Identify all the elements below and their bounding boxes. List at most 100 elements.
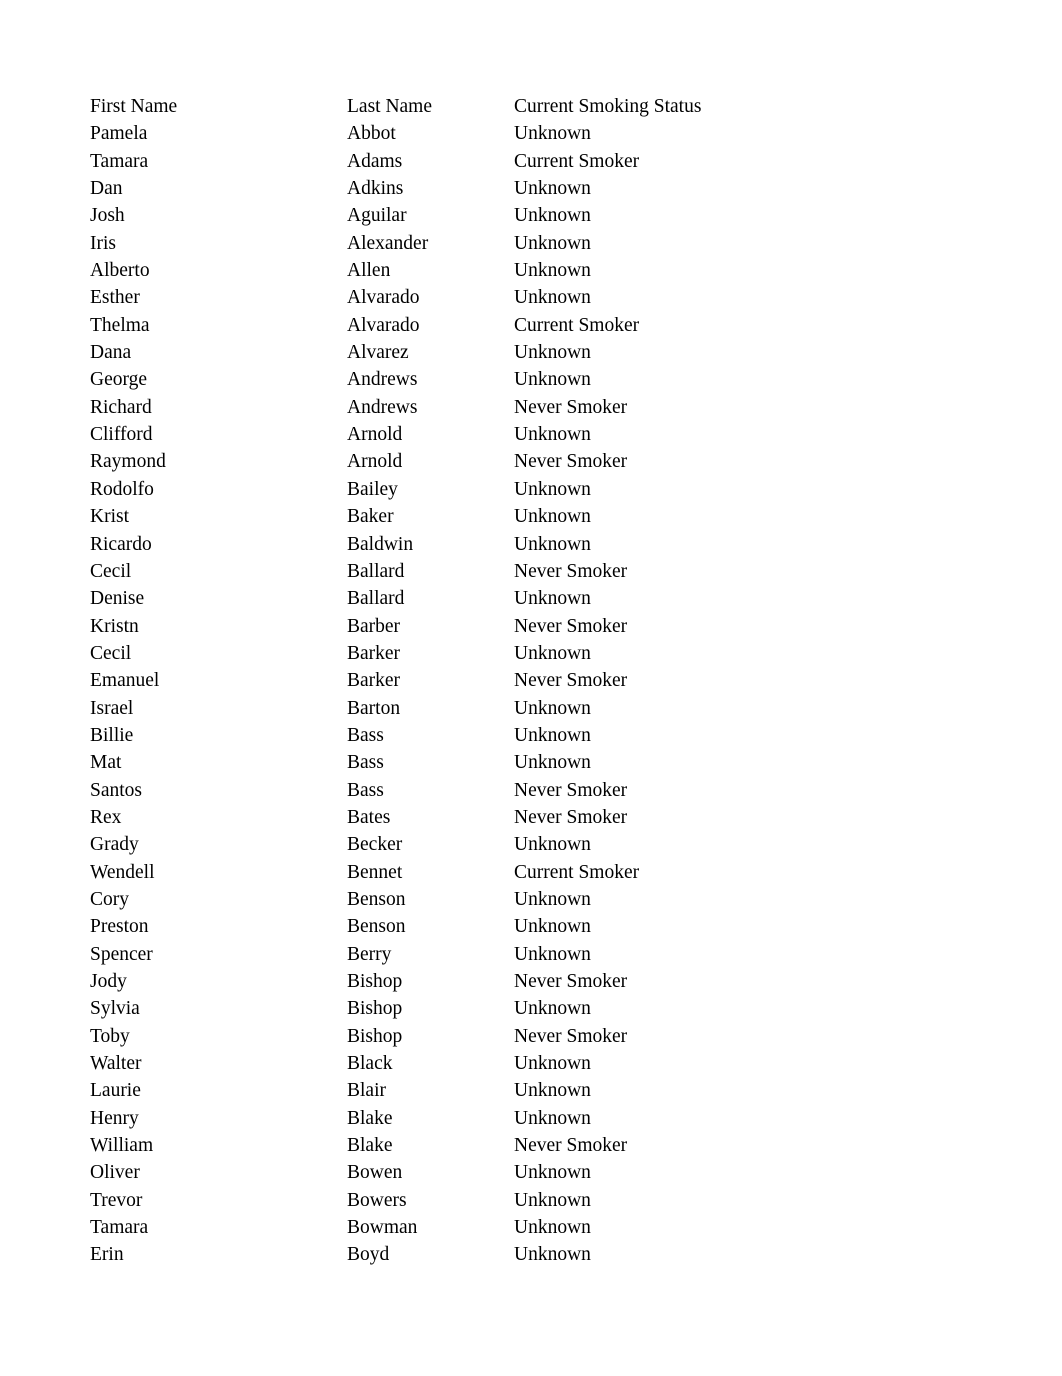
table-row: Trevor Bowers Unknown: [90, 1187, 774, 1214]
cell-smoking-status: Never Smoker: [514, 396, 628, 418]
cell-last-name: Bishop: [347, 1025, 403, 1047]
cell-last-name: Bishop: [347, 998, 403, 1020]
cell-smoking-status: Unknown: [514, 998, 591, 1020]
cell-last-name: Ballard: [347, 560, 405, 582]
column-header-last-name: Last Name: [347, 96, 433, 117]
cell-last-name: Baldwin: [347, 533, 414, 555]
cell-last-name: Berry: [347, 943, 392, 965]
table-row: Ricardo Baldwin Unknown: [90, 531, 774, 558]
cell-last-name: Arnold: [347, 424, 403, 446]
cell-last-name: Andrews: [347, 396, 418, 418]
table-row: Dana Alvarez Unknown: [90, 339, 774, 366]
cell-last-name: Barber: [347, 615, 401, 637]
document-page: First Name Last Name Current Smoking Sta…: [0, 0, 1062, 1376]
cell-last-name: Benson: [347, 888, 406, 910]
cell-last-name: Bowen: [347, 1162, 403, 1184]
cell-first-name: Oliver: [90, 1162, 140, 1184]
cell-smoking-status: Unknown: [514, 588, 591, 610]
cell-smoking-status: Unknown: [514, 178, 591, 200]
cell-first-name: Esther: [90, 287, 140, 309]
cell-last-name: Becker: [347, 834, 403, 856]
cell-last-name: Allen: [347, 260, 391, 282]
cell-first-name: Kristn: [90, 615, 139, 637]
table-body: First Name Last Name Current Smoking Sta…: [90, 93, 774, 1269]
cell-first-name: Laurie: [90, 1080, 141, 1102]
table-row: Denise Ballard Unknown: [90, 585, 774, 612]
cell-first-name: Alberto: [90, 260, 150, 282]
table-row: William Blake Never Smoker: [90, 1132, 774, 1159]
cell-first-name: Walter: [90, 1053, 142, 1075]
cell-smoking-status: Unknown: [514, 752, 591, 774]
cell-last-name: Barker: [347, 642, 401, 664]
cell-last-name: Baker: [347, 506, 394, 528]
cell-first-name: Dana: [90, 342, 132, 364]
cell-last-name: Bishop: [347, 971, 403, 992]
cell-last-name: Blair: [347, 1080, 386, 1102]
cell-last-name: Bates: [347, 806, 391, 828]
table-row: Wendell Bennet Current Smoker: [90, 859, 774, 886]
cell-first-name: Iris: [90, 232, 116, 254]
cell-smoking-status: Never Smoker: [514, 1135, 628, 1157]
table-row: Josh Aguilar Unknown: [90, 202, 774, 229]
cell-first-name: Cory: [90, 888, 129, 910]
cell-smoking-status: Unknown: [514, 1162, 591, 1184]
cell-first-name: Rodolfo: [90, 478, 154, 500]
cell-smoking-status: Unknown: [514, 834, 591, 856]
cell-last-name: Andrews: [347, 369, 418, 391]
table-row: Rodolfo Bailey Unknown: [90, 476, 774, 503]
cell-last-name: Bass: [347, 779, 384, 801]
cell-smoking-status: Unknown: [514, 642, 591, 664]
cell-smoking-status: Unknown: [514, 205, 591, 227]
cell-last-name: Boyd: [347, 1244, 390, 1266]
cell-smoking-status: Unknown: [514, 943, 591, 965]
cell-smoking-status: Unknown: [514, 1053, 591, 1075]
cell-smoking-status: Unknown: [514, 478, 591, 500]
table-row: Rex Bates Never Smoker: [90, 804, 774, 831]
cell-last-name: Ballard: [347, 588, 405, 610]
table-row: Tamara Bowman Unknown: [90, 1214, 774, 1241]
table-row: Israel Barton Unknown: [90, 695, 774, 722]
table-row: Emanuel Barker Never Smoker: [90, 667, 774, 694]
cell-first-name: Trevor: [90, 1189, 143, 1211]
table-row: Preston Benson Unknown: [90, 913, 774, 940]
table-row: Oliver Bowen Unknown: [90, 1159, 774, 1186]
cell-smoking-status: Never Smoker: [514, 615, 628, 637]
table-row: Thelma Alvarado Current Smoker: [90, 312, 774, 339]
cell-first-name: William: [90, 1135, 154, 1157]
table-row: Cory Benson Unknown: [90, 886, 774, 913]
cell-first-name: Spencer: [90, 943, 153, 965]
cell-first-name: Clifford: [90, 424, 153, 446]
cell-last-name: Bowers: [347, 1189, 407, 1211]
table-row: Esther Alvarado Unknown: [90, 284, 774, 311]
cell-smoking-status: Current Smoker: [514, 861, 640, 883]
table-row: Richard Andrews Never Smoker: [90, 394, 774, 421]
cell-first-name: Erin: [90, 1244, 124, 1266]
cell-last-name: Bass: [347, 752, 384, 774]
cell-last-name: Barker: [347, 670, 401, 692]
cell-last-name: Barton: [347, 697, 401, 719]
cell-first-name: Emanuel: [90, 670, 160, 692]
cell-last-name: Benson: [347, 916, 406, 938]
cell-smoking-status: Unknown: [514, 1107, 591, 1129]
cell-last-name: Bailey: [347, 478, 398, 500]
cell-last-name: Adkins: [347, 178, 404, 200]
cell-first-name: Richard: [90, 396, 152, 418]
table-row: Krist Baker Unknown: [90, 503, 774, 530]
table-row: Grady Becker Unknown: [90, 831, 774, 858]
cell-smoking-status: Never Smoker: [514, 451, 628, 473]
table-row: Iris Alexander Unknown: [90, 230, 774, 257]
cell-first-name: Cecil: [90, 560, 132, 582]
cell-first-name: Ricardo: [90, 533, 152, 555]
table-row: Henry Blake Unknown: [90, 1105, 774, 1132]
cell-smoking-status: Unknown: [514, 697, 591, 719]
column-header-first-name: First Name: [90, 96, 178, 117]
cell-smoking-status: Unknown: [514, 342, 591, 364]
cell-smoking-status: Current Smoker: [514, 150, 640, 172]
cell-last-name: Bowman: [347, 1217, 418, 1239]
table-row: Pamela Abbot Unknown: [90, 120, 774, 147]
table-row: Kristn Barber Never Smoker: [90, 613, 774, 640]
cell-smoking-status: Unknown: [514, 424, 591, 446]
cell-last-name: Alvarado: [347, 314, 420, 336]
table-row: George Andrews Unknown: [90, 366, 774, 393]
column-header-smoking-status: Current Smoking Status: [514, 96, 702, 117]
